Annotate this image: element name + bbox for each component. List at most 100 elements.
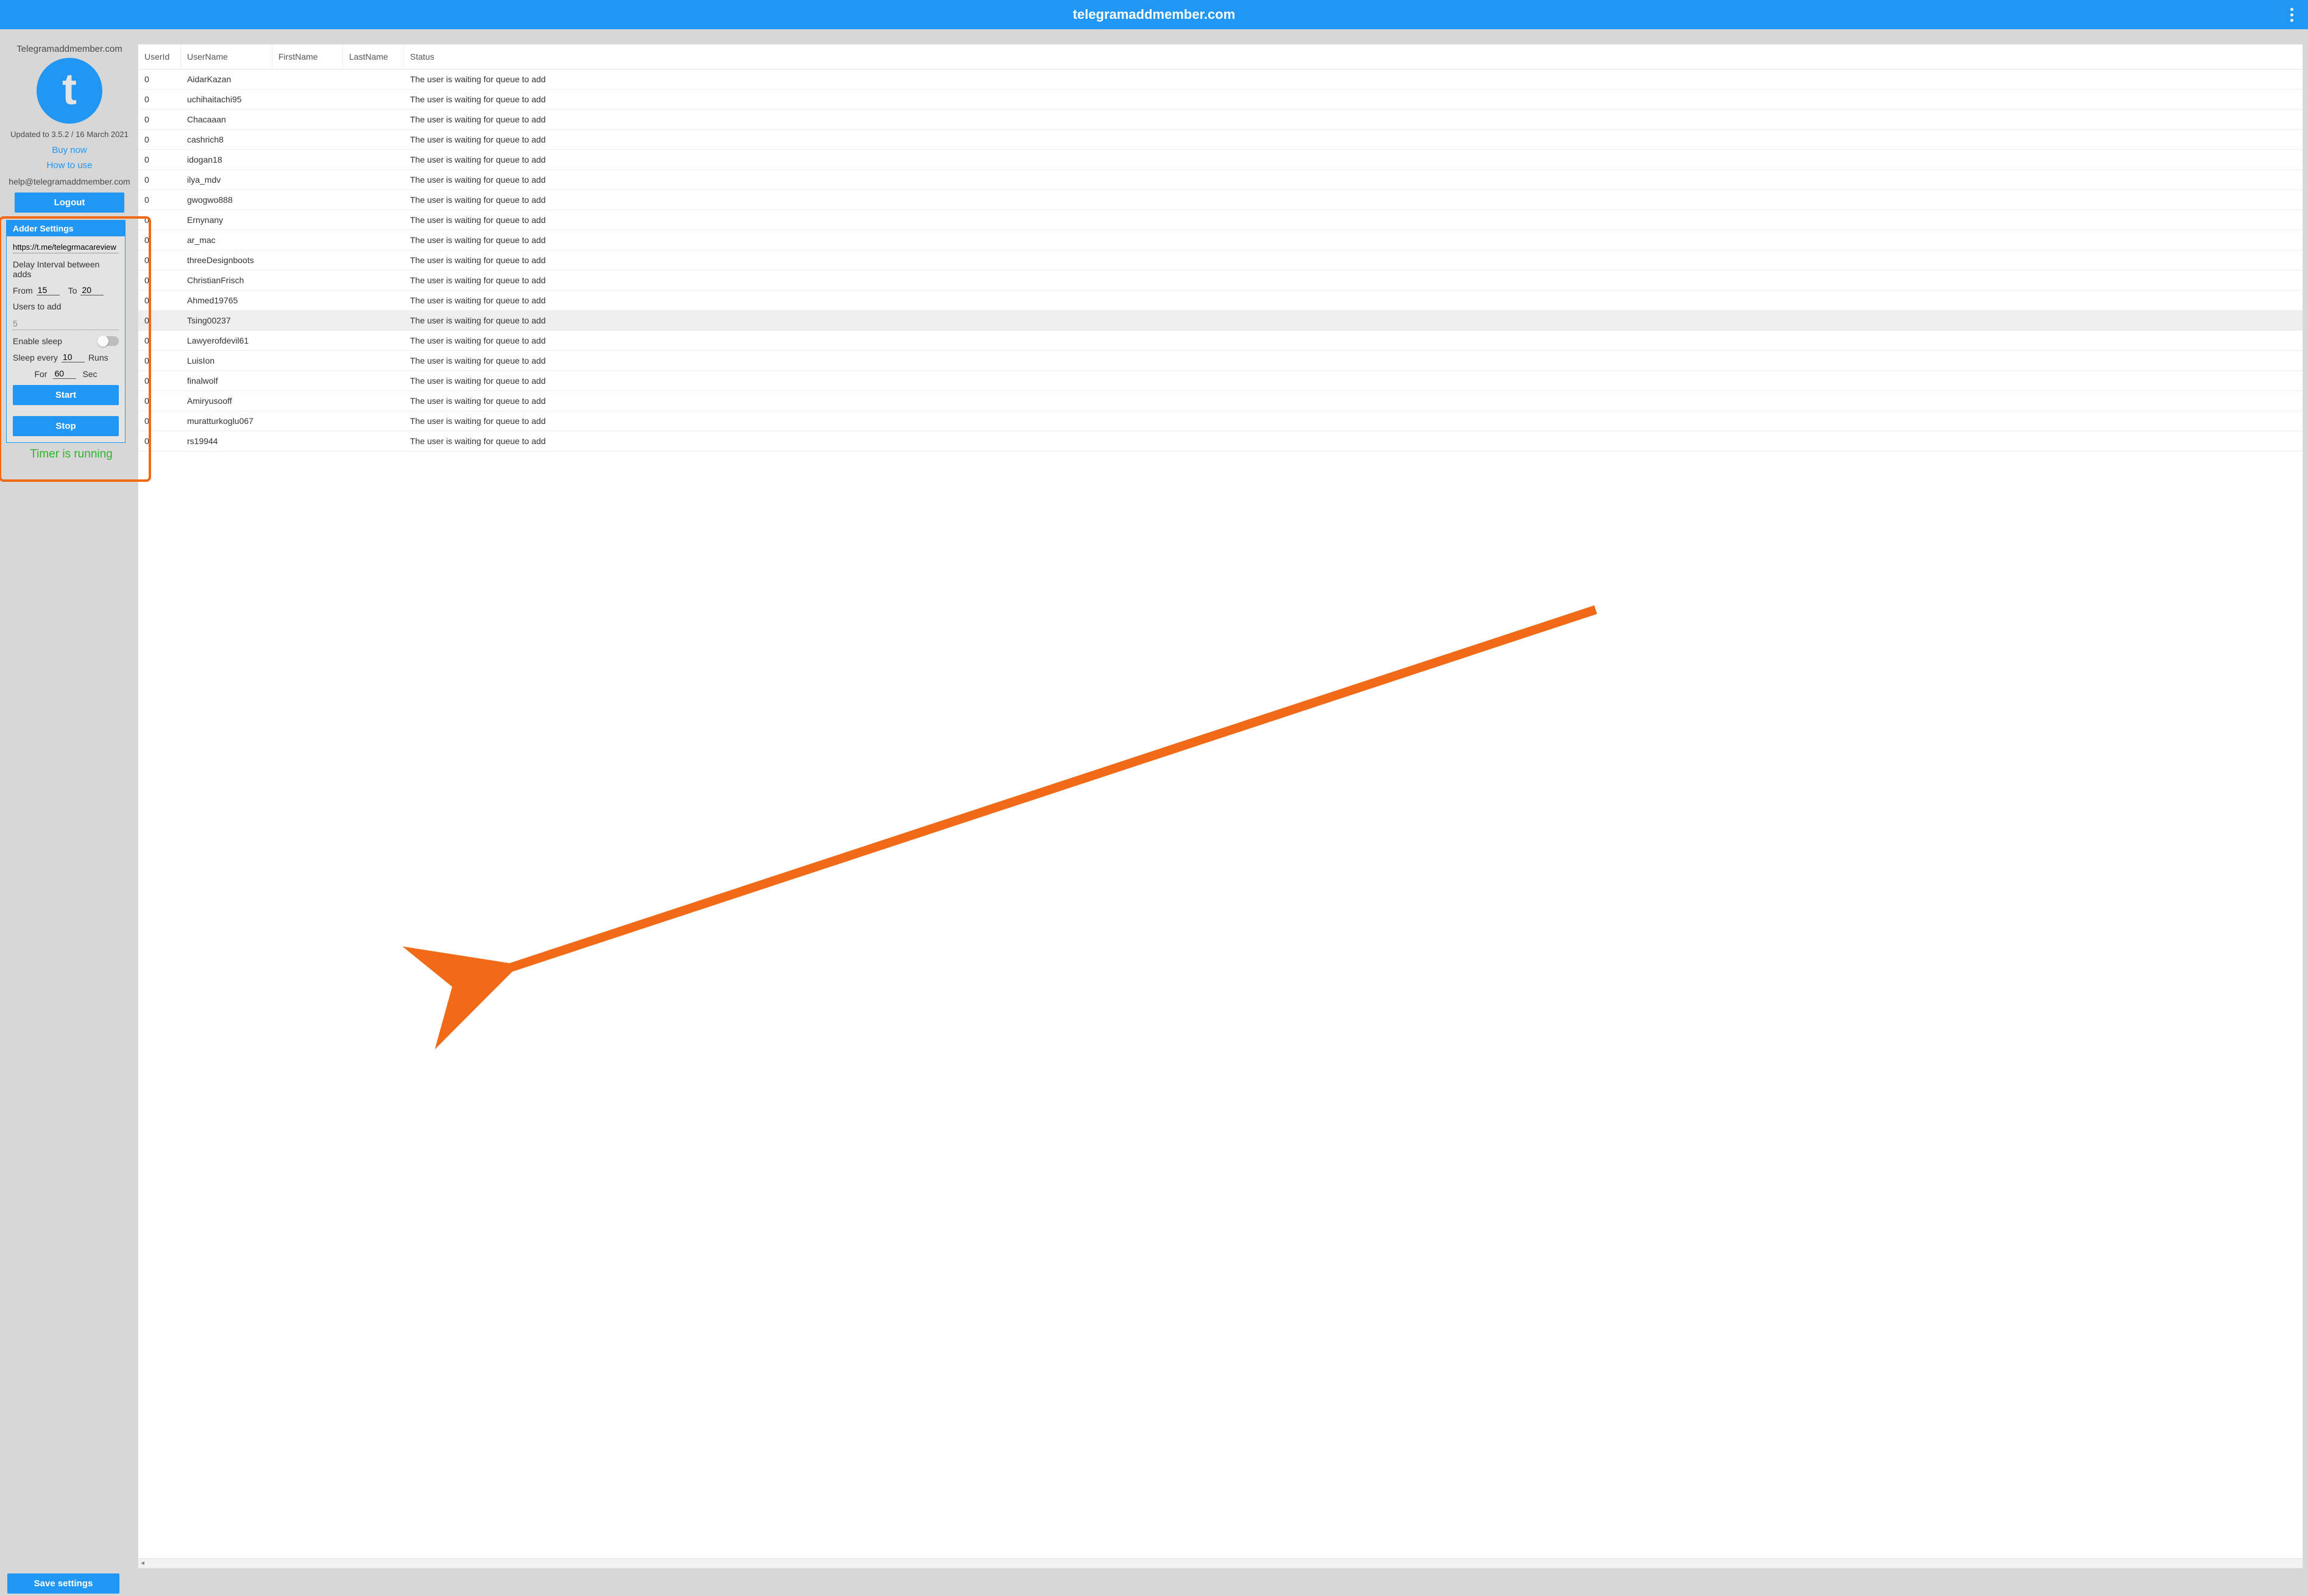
cell-user: Tsing00237 [181,311,272,330]
runs-label: Runs [88,353,108,362]
col-username[interactable]: UserName [181,44,272,69]
adder-settings-panel: Adder Settings Delay Interval between ad… [6,220,126,443]
cell-user: ar_mac [181,230,272,250]
cell-id: 0 [138,130,181,149]
enable-sleep-toggle[interactable] [98,336,119,346]
sidebar: Telegramaddmember.com t Updated to 3.5.2… [5,44,134,1569]
col-lastname[interactable]: LastName [343,44,404,69]
cell-user: AidarKazan [181,69,272,89]
cell-status: The user is waiting for queue to add [404,230,2303,250]
cell-fn [272,351,343,370]
table-row[interactable]: 0LuisIonThe user is waiting for queue to… [138,351,2303,371]
table-row[interactable]: 0finalwolfThe user is waiting for queue … [138,371,2303,391]
cell-ln [343,90,404,109]
cell-fn [272,210,343,230]
horizontal-scrollbar[interactable]: ◄ [138,1558,2303,1568]
brand-title: Telegramaddmember.com [16,44,122,54]
users-to-add-label: Users to add [13,302,119,311]
cell-ln [343,250,404,270]
sleep-every-input[interactable] [62,352,85,362]
cell-fn [272,431,343,451]
cell-id: 0 [138,270,181,290]
app-header: telegramaddmember.com [0,0,2308,29]
start-button[interactable]: Start [13,385,119,405]
col-firstname[interactable]: FirstName [272,44,343,69]
scroll-left-icon[interactable]: ◄ [138,1559,147,1568]
sleep-every-label: Sleep every [13,353,58,362]
table-row[interactable]: 0ar_macThe user is waiting for queue to … [138,230,2303,250]
cell-fn [272,170,343,189]
cell-id: 0 [138,371,181,390]
table-row[interactable]: 0ErnynanyThe user is waiting for queue t… [138,210,2303,230]
save-settings-button[interactable]: Save settings [7,1573,119,1594]
cell-ln [343,351,404,370]
cell-status: The user is waiting for queue to add [404,190,2303,210]
cell-status: The user is waiting for queue to add [404,371,2303,390]
table-row[interactable]: 0threeDesignboots The user is waiting for… [138,250,2303,270]
cell-status: The user is waiting for queue to add [404,150,2303,169]
cell-id: 0 [138,170,181,189]
cell-fn [272,331,343,350]
cell-id: 0 [138,250,181,270]
cell-id: 0 [138,69,181,89]
cell-user: uchihaitachi95 [181,90,272,109]
table-row[interactable]: 0rs19944The user is waiting for queue to… [138,431,2303,451]
sec-label: Sec [82,369,97,379]
table-row[interactable]: 0Lawyerofdevil61The user is waiting for … [138,331,2303,351]
delay-to-input[interactable] [80,285,104,295]
cell-user: ChristianFrisch [181,270,272,290]
logout-button[interactable]: Logout [15,192,124,213]
table-row[interactable]: 0AidarKazanThe user is waiting for queue… [138,69,2303,90]
enable-sleep-label: Enable sleep [13,336,62,346]
cell-id: 0 [138,331,181,350]
table-row[interactable]: 0Tsing00237The user is waiting for queue… [138,311,2303,331]
to-label: To [68,286,77,295]
table-body[interactable]: 0AidarKazanThe user is waiting for queue… [138,69,2303,1558]
sleep-for-input[interactable] [53,369,76,379]
cell-fn [272,90,343,109]
cell-status: The user is waiting for queue to add [404,351,2303,370]
table-row[interactable]: 0ChristianFrisch The user is waiting for … [138,270,2303,291]
table-row[interactable]: 0cashrich8The user is waiting for queue … [138,130,2303,150]
logo-icon: t [37,58,102,124]
col-userid[interactable]: UserId [138,44,181,69]
cell-id: 0 [138,431,181,451]
cell-id: 0 [138,190,181,210]
cell-fn [272,130,343,149]
users-to-add-input[interactable] [13,317,119,330]
cell-status: The user is waiting for queue to add [404,110,2303,129]
cell-ln [343,311,404,330]
table-row[interactable]: 0Ahmed19765The user is waiting for queue… [138,291,2303,311]
cell-fn [272,110,343,129]
cell-user: gwogwo888 [181,190,272,210]
col-status[interactable]: Status [404,44,2303,69]
cell-user: muratturkoglu067 [181,411,272,431]
cell-ln [343,110,404,129]
cell-ln [343,331,404,350]
cell-user: threeDesignboots [181,250,272,270]
cell-ln [343,150,404,169]
table-row[interactable]: 0uchihaitachi95The user is waiting for q… [138,90,2303,110]
table-row[interactable]: 0idogan18 The user is waiting for queue t… [138,150,2303,170]
howto-link[interactable]: How to use [46,160,92,171]
table-row[interactable]: 0ChacaaanThe user is waiting for queue t… [138,110,2303,130]
cell-user: cashrich8 [181,130,272,149]
cell-id: 0 [138,150,181,169]
app-title: telegramaddmember.com [1073,7,1236,23]
stop-button[interactable]: Stop [13,416,119,436]
cell-fn [272,311,343,330]
buy-link[interactable]: Buy now [52,145,87,155]
table-row[interactable]: 0gwogwo888 The user is waiting for queue … [138,190,2303,210]
cell-status: The user is waiting for queue to add [404,250,2303,270]
delay-from-input[interactable] [37,285,60,295]
group-url-input[interactable] [13,241,119,253]
table-row[interactable]: 0ilya_mdvThe user is waiting for queue t… [138,170,2303,190]
cell-id: 0 [138,291,181,310]
cell-user: idogan18 [181,150,272,169]
cell-status: The user is waiting for queue to add [404,270,2303,290]
table-row[interactable]: 0AmiryusooffThe user is waiting for queu… [138,391,2303,411]
user-table: UserId UserName FirstName LastName Statu… [138,44,2303,1569]
table-row[interactable]: 0muratturkoglu067The user is waiting for… [138,411,2303,431]
cell-ln [343,371,404,390]
menu-kebab-icon[interactable] [2285,3,2298,27]
